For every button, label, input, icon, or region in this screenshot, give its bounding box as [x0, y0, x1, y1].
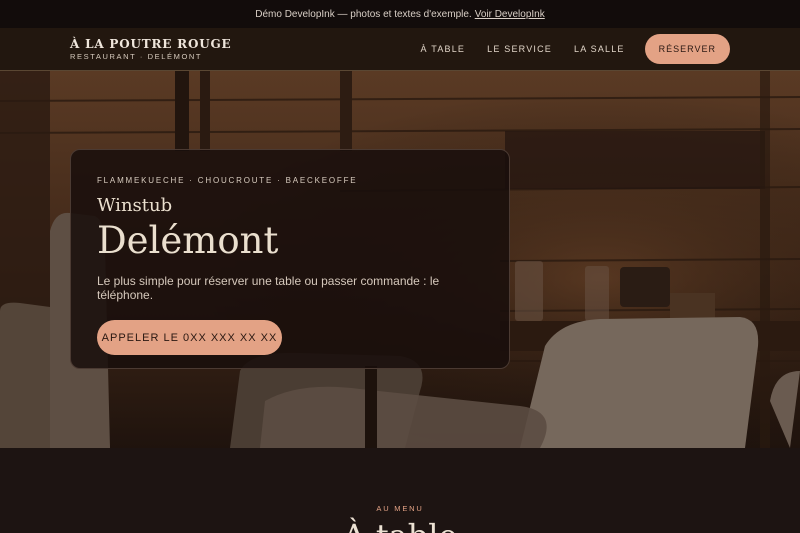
hero-section: FLAMMEKUECHE · CHOUCROUTE · BAECKEOFFE W… [0, 71, 800, 448]
hero-card: FLAMMEKUECHE · CHOUCROUTE · BAECKEOFFE W… [70, 149, 510, 369]
site-header: À LA POUTRE ROUGE RESTAURANT · DELÉMONT … [0, 28, 800, 71]
menu-section: AU MENU À table [0, 448, 800, 533]
nav-item-le-service[interactable]: LE SERVICE [487, 44, 552, 54]
reserve-button[interactable]: RÉSERVER [644, 34, 730, 64]
brand-subtitle: RESTAURANT · DELÉMONT [70, 52, 203, 61]
hero-title: Delémont [97, 219, 279, 262]
menu-section-title: À table [0, 518, 800, 533]
nav-item-a-table[interactable]: À TABLE [421, 44, 466, 54]
nav-item-la-salle[interactable]: LA SALLE [574, 44, 625, 54]
menu-eyebrow: AU MENU [376, 504, 424, 513]
hero-tagline: FLAMMEKUECHE · CHOUCROUTE · BAECKEOFFE [97, 176, 358, 185]
brand-name: À LA POUTRE ROUGE [70, 37, 232, 51]
call-button[interactable]: APPELER LE 0XX XXX XX XX [97, 320, 282, 355]
hero-lede: Le plus simple pour réserver une table o… [97, 274, 440, 302]
demo-banner-link[interactable]: Voir DevelopInk [475, 9, 545, 20]
demo-banner: Démo DevelopInk — photos et textes d'exe… [0, 0, 800, 28]
main-nav: À TABLE LE SERVICE LA SALLE RÉSERVER [399, 34, 730, 64]
hero-kicker: Winstub [97, 195, 173, 216]
demo-banner-text: Démo DevelopInk — photos et textes d'exe… [255, 8, 472, 20]
brand-logo[interactable]: À LA POUTRE ROUGE RESTAURANT · DELÉMONT [70, 37, 231, 61]
